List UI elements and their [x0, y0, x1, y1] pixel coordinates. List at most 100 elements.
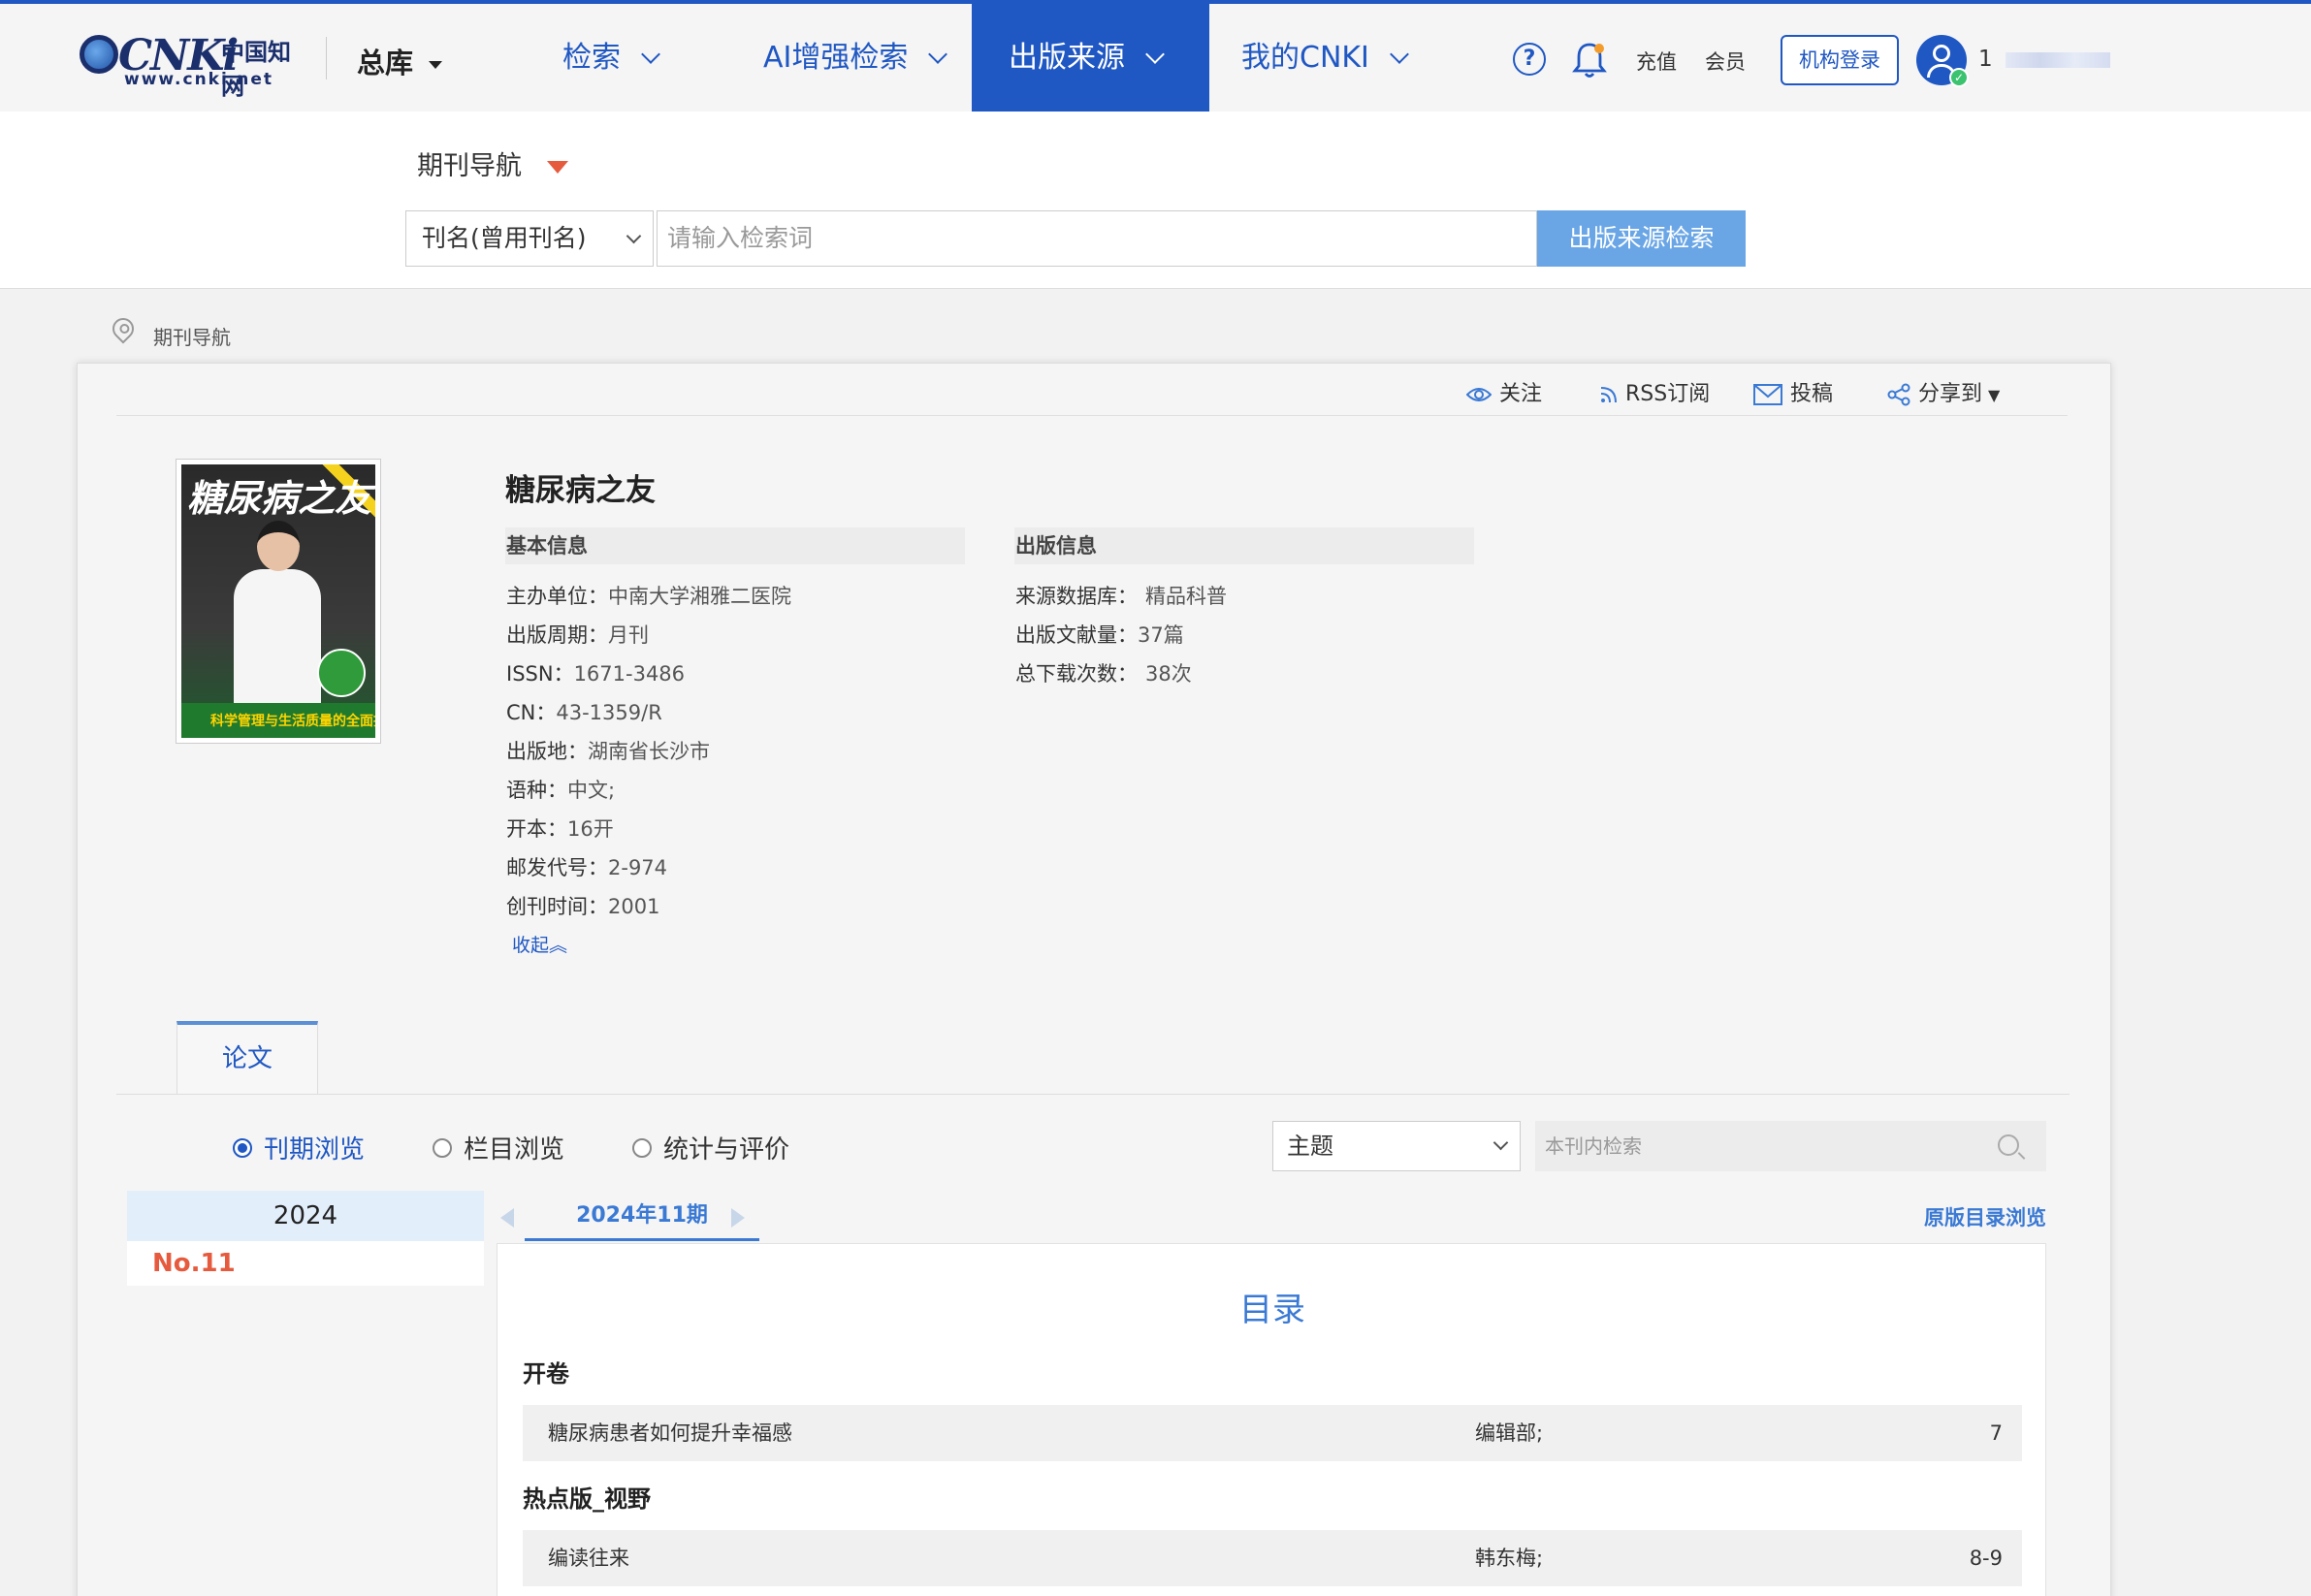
- journal-cover[interactable]: 糖尿病之友 科学管理与生活质量的全面提升: [176, 459, 381, 744]
- radio-icon: [433, 1137, 452, 1158]
- publish-info-heading: 出版信息: [1014, 527, 1474, 564]
- in-journal-search-input[interactable]: 本刊内检索: [1535, 1121, 2046, 1171]
- globe-icon: [80, 35, 118, 74]
- divider: [116, 415, 2068, 416]
- info-value: 1671-3486: [573, 662, 686, 686]
- collapse-link[interactable]: 收起︽: [512, 931, 567, 957]
- rss-button[interactable]: RSS订阅: [1600, 376, 1710, 407]
- share-icon: [1887, 383, 1910, 406]
- radio-icon: [233, 1137, 252, 1158]
- info-sponsor: 主办单位：中南大学湘雅二医院: [506, 581, 791, 610]
- article-title[interactable]: 糖尿病患者如何提升幸福感: [548, 1405, 792, 1461]
- year-item-2024[interactable]: 2024: [127, 1191, 484, 1241]
- info-founded: 创刊时间：2001: [506, 891, 659, 920]
- submit-button[interactable]: 投稿: [1753, 376, 1833, 407]
- nav-publication-source[interactable]: 出版来源: [972, 4, 1209, 112]
- info-label: 创刊时间：: [506, 895, 608, 918]
- user-name[interactable]: 1: [1978, 47, 1993, 72]
- member-link[interactable]: 会员: [1705, 47, 1746, 76]
- follow-button[interactable]: 关注: [1466, 376, 1542, 407]
- nav-my-cnki[interactable]: 我的CNKI: [1224, 4, 1447, 112]
- cover-face: [257, 521, 300, 571]
- search-icon[interactable]: [1998, 1134, 2019, 1156]
- cover-footer: 科学管理与生活质量的全面提升: [181, 703, 375, 738]
- article-author[interactable]: 编辑部;: [1475, 1405, 1543, 1461]
- chevron-down-icon: [641, 45, 660, 64]
- nav-ai-search[interactable]: AI增强检索: [742, 4, 975, 112]
- share-label: 分享到: [1918, 382, 1983, 406]
- search-input[interactable]: 请输入检索词: [657, 210, 1537, 267]
- cnki-logo[interactable]: CNKi 中国知网 www.cnki.net: [76, 27, 291, 100]
- rss-icon: [1600, 387, 1617, 403]
- cover-badge: [317, 649, 366, 697]
- toc-title: 目录: [1239, 1291, 1305, 1329]
- table-of-contents: 目录 开卷 糖尿病患者如何提升幸福感 编辑部; 7 热点版_视野 编读往来 韩东…: [497, 1243, 2046, 1596]
- org-login-button[interactable]: 机构登录: [1781, 35, 1899, 85]
- info-article-count: 出版文献量：37篇: [1015, 620, 1184, 649]
- info-value: 中南大学湘雅二医院: [608, 585, 791, 608]
- article-author[interactable]: 韩东梅;: [1475, 1530, 1543, 1586]
- breadcrumb[interactable]: 期刊导航: [153, 322, 231, 350]
- tab-papers[interactable]: 论文: [177, 1021, 318, 1095]
- info-language: 语种：中文;: [506, 775, 615, 804]
- chevron-down-icon: [1390, 45, 1409, 64]
- caret-down-icon: [547, 161, 568, 174]
- info-label: ISSN：: [506, 662, 574, 686]
- search-field-value: 刊名(曾用刊名): [422, 224, 587, 252]
- divider: [116, 1094, 2070, 1095]
- info-label: 邮发代号：: [506, 856, 608, 879]
- cover-banner-text: 科学管理与生活质量的全面提升: [210, 714, 375, 729]
- article-pages: 7: [1989, 1421, 2003, 1445]
- info-label: 出版地：: [506, 740, 588, 763]
- toc-row[interactable]: 糖尿病患者如何提升幸福感 编辑部; 7: [523, 1405, 2022, 1461]
- cover-title: 糖尿病之友: [187, 476, 372, 520]
- user-head-icon: [1933, 45, 1950, 62]
- toc-section-title: 开卷: [523, 1360, 569, 1388]
- search-field-select[interactable]: 刊名(曾用刊名): [405, 210, 654, 267]
- radio-label: 栏目浏览: [464, 1135, 565, 1165]
- nav-label: AI增强检索: [763, 41, 909, 75]
- info-format: 开本：16开: [506, 814, 614, 843]
- radio-column-browse[interactable]: 栏目浏览: [433, 1130, 564, 1165]
- bell-icon[interactable]: [1571, 41, 1608, 80]
- info-label: 语种：: [506, 779, 567, 802]
- prev-issue-icon[interactable]: [500, 1208, 514, 1228]
- top-navigation-bar: CNKi 中国知网 www.cnki.net 总库 检索 AI增强检索 出版来源…: [0, 0, 2311, 112]
- recharge-link[interactable]: 充值: [1636, 47, 1677, 76]
- help-icon[interactable]: ?: [1513, 43, 1546, 76]
- library-dropdown[interactable]: 总库: [357, 41, 443, 81]
- follow-label: 关注: [1499, 382, 1543, 406]
- radio-issue-browse[interactable]: 刊期浏览: [233, 1130, 365, 1165]
- nav-search[interactable]: 检索: [529, 4, 703, 112]
- cover-image: 糖尿病之友 科学管理与生活质量的全面提升: [181, 464, 375, 738]
- toc-section-title: 热点版_视野: [523, 1485, 651, 1513]
- topic-select-value: 主题: [1287, 1133, 1333, 1160]
- avatar[interactable]: ✓: [1916, 35, 1969, 87]
- topic-select[interactable]: 主题: [1272, 1121, 1521, 1171]
- toc-row[interactable]: 编读往来 韩东梅; 8-9: [523, 1530, 2022, 1586]
- journal-nav-dropdown[interactable]: 期刊导航: [417, 144, 568, 182]
- info-label: 出版文献量：: [1015, 623, 1138, 647]
- article-title[interactable]: 编读往来: [548, 1530, 629, 1586]
- info-label: 主办单位：: [506, 585, 608, 608]
- info-value: 湖南省长沙市: [588, 740, 710, 763]
- divider: [326, 37, 327, 80]
- nav-label: 我的CNKI: [1241, 41, 1369, 75]
- logo-cn-text: 中国知网: [221, 39, 291, 100]
- info-value: 中文;: [567, 779, 616, 802]
- info-label: 出版周期：: [506, 623, 608, 647]
- source-search-button[interactable]: 出版来源检索: [1537, 210, 1746, 267]
- chevron-down-icon: [1493, 1134, 1509, 1151]
- logo-url: www.cnki.net: [124, 70, 274, 89]
- issue-item[interactable]: No.11: [127, 1241, 484, 1286]
- radio-statistics[interactable]: 统计与评价: [632, 1130, 789, 1165]
- info-value: 2001: [608, 895, 660, 918]
- info-label: CN：: [506, 701, 557, 724]
- share-button[interactable]: 分享到 ▼: [1887, 376, 2000, 407]
- current-issue-tab[interactable]: 2024年11期: [525, 1195, 759, 1241]
- info-value: 精品科普: [1145, 585, 1227, 608]
- radio-label: 统计与评价: [663, 1135, 790, 1165]
- original-toc-link[interactable]: 原版目录浏览: [1924, 1202, 2046, 1231]
- journal-title: 糖尿病之友: [505, 473, 656, 508]
- next-issue-icon[interactable]: [731, 1208, 745, 1228]
